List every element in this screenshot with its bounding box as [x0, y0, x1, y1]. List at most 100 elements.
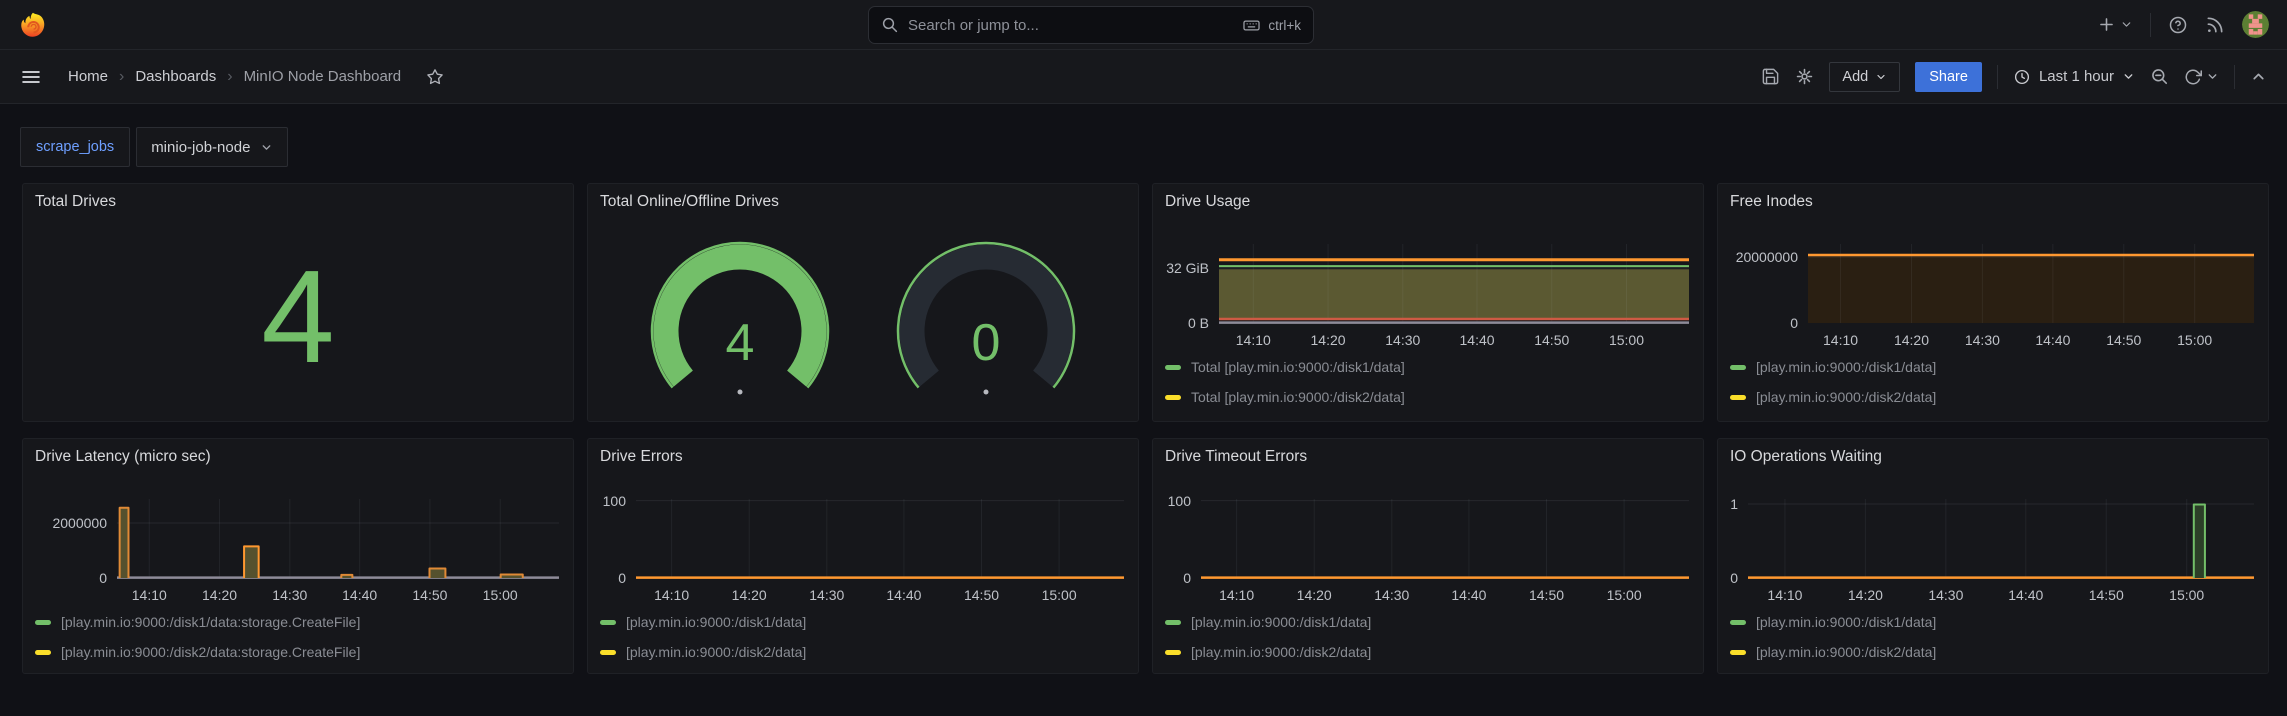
legend-item[interactable]: [play.min.io:9000:/disk2/data:storage.Cr…	[35, 641, 360, 663]
panel-title[interactable]: Total Online/Offline Drives	[600, 193, 779, 211]
favorite-star-button[interactable]	[426, 68, 444, 86]
legend: [play.min.io:9000:/disk1/data:storage.Cr…	[35, 611, 360, 671]
legend-series-marker	[1165, 395, 1181, 400]
x-axis-label: 14:30	[809, 587, 844, 603]
chart-body: 2000000014:1014:2014:3014:4014:5015:00[p…	[23, 439, 573, 673]
legend-item[interactable]: [play.min.io:9000:/disk2/data]	[600, 641, 806, 663]
legend-item[interactable]: [play.min.io:9000:/disk1/data]	[1730, 356, 1936, 378]
legend-series-marker	[1730, 620, 1746, 625]
legend-item[interactable]: [play.min.io:9000:/disk2/data]	[1165, 641, 1371, 663]
legend-series-marker	[1730, 395, 1746, 400]
y-axis-label: 100	[1153, 492, 1191, 510]
legend-item[interactable]: [play.min.io:9000:/disk2/data]	[1730, 386, 1936, 408]
y-axis-label: 0 B	[1153, 314, 1209, 332]
legend: Total [play.min.io:9000:/disk1/data] Tota…	[1165, 356, 1405, 416]
save-dashboard-button[interactable]	[1761, 67, 1780, 86]
chart-canvas	[1748, 499, 2254, 578]
x-axis-label: 14:30	[1928, 587, 1963, 603]
legend-series-label: [play.min.io:9000:/disk1/data:storage.Cr…	[61, 614, 360, 630]
chevron-down-icon	[2206, 70, 2219, 83]
top-nav-bar: ctrl+k	[0, 0, 2287, 50]
x-axis-label: 15:00	[483, 587, 518, 603]
chart-body: 1014:1014:2014:3014:4014:5015:00[play.mi…	[1718, 439, 2268, 673]
panel-total-drives: Total Drives 4	[22, 183, 574, 422]
collapse-toolbar-button[interactable]	[2250, 68, 2267, 85]
breadcrumb-home[interactable]: Home	[68, 68, 108, 85]
legend-item[interactable]: [play.min.io:9000:/disk1/data]	[600, 611, 806, 633]
x-axis-label: 14:30	[1965, 332, 2000, 348]
clock-icon	[2013, 68, 2031, 86]
x-axis-label: 14:50	[1534, 332, 1569, 348]
search-input[interactable]	[908, 17, 1233, 34]
x-axis-label: 14:20	[1311, 332, 1346, 348]
plot-area[interactable]: 14:1014:2014:3014:4014:5015:00	[1808, 244, 2254, 323]
legend-series-label: [play.min.io:9000:/disk1/data]	[1756, 359, 1936, 375]
legend: [play.min.io:9000:/disk1/data] [play.min.…	[1165, 611, 1371, 671]
plot-area[interactable]: 14:1014:2014:3014:4014:5015:00	[1748, 499, 2254, 578]
search-shortcut-hint: ctrl+k	[1242, 16, 1301, 35]
x-axis-label: 14:30	[272, 587, 307, 603]
legend-item[interactable]: [play.min.io:9000:/disk1/data:storage.Cr…	[35, 611, 360, 633]
x-axis-label: 14:50	[1529, 587, 1564, 603]
x-axis-label: 14:40	[1451, 587, 1486, 603]
zoom-out-time-button[interactable]	[2150, 67, 2169, 86]
x-axis-label: 14:10	[1823, 332, 1858, 348]
divider	[2234, 65, 2235, 89]
new-add-button[interactable]	[2097, 15, 2133, 34]
hamburger-icon	[20, 66, 42, 88]
mega-menu-toggle[interactable]	[20, 66, 42, 88]
news-button[interactable]	[2205, 15, 2225, 35]
chart-canvas	[1201, 499, 1689, 578]
x-axis-label: 14:30	[1374, 587, 1409, 603]
plot-area[interactable]: 14:1014:2014:3014:4014:5015:00	[1219, 244, 1689, 323]
variable-value-dropdown[interactable]: minio-job-node	[136, 127, 288, 167]
global-search: ctrl+k	[868, 6, 1314, 44]
keyboard-icon	[1242, 16, 1261, 35]
plot-area[interactable]: 14:1014:2014:3014:4014:5015:00	[117, 499, 559, 578]
legend-item[interactable]: [play.min.io:9000:/disk1/data]	[1730, 611, 1936, 633]
gauge-offline-drives: 0	[891, 236, 1081, 398]
divider	[2150, 13, 2151, 37]
legend-series-marker	[1165, 620, 1181, 625]
legend: [play.min.io:9000:/disk1/data] [play.min.…	[600, 611, 806, 671]
dashboard-settings-button[interactable]	[1795, 67, 1814, 86]
legend-item[interactable]: [play.min.io:9000:/disk2/data]	[1730, 641, 1936, 663]
x-axis-label: 14:40	[2035, 332, 2070, 348]
gauge-value: 4	[726, 314, 755, 372]
dashboard-variables: scrape_jobs minio-job-node	[20, 127, 288, 167]
y-axis-label: 2000000	[23, 514, 107, 532]
panel-title[interactable]: Total Drives	[35, 193, 116, 211]
gauge-canvas: 4	[645, 236, 835, 398]
panel-io-operations-waiting: IO Operations Waiting 1014:1014:2014:301…	[1717, 438, 2269, 674]
help-button[interactable]	[2168, 15, 2188, 35]
panel-drive-usage: Drive Usage 32 GiB0 B14:1014:2014:3014:4…	[1152, 183, 1704, 422]
x-axis-label: 14:10	[654, 587, 689, 603]
breadcrumb-current-dashboard: MinIO Node Dashboard	[244, 68, 402, 85]
star-icon	[426, 68, 444, 86]
legend-series-marker	[1165, 650, 1181, 655]
user-avatar[interactable]	[2242, 11, 2269, 38]
chevron-up-icon	[2250, 68, 2267, 85]
legend-item[interactable]: [play.min.io:9000:/disk1/data]	[1165, 611, 1371, 633]
x-axis-label: 14:30	[1385, 332, 1420, 348]
legend-item[interactable]: Total [play.min.io:9000:/disk1/data]	[1165, 356, 1405, 378]
share-button[interactable]: Share	[1915, 62, 1982, 92]
grafana-logo[interactable]	[18, 10, 48, 40]
plot-area[interactable]: 14:1014:2014:3014:4014:5015:00	[1201, 499, 1689, 578]
plot-area[interactable]: 14:1014:2014:3014:4014:5015:00	[636, 499, 1124, 578]
time-range-picker[interactable]: Last 1 hour	[2013, 68, 2135, 86]
breadcrumb-dashboards[interactable]: Dashboards	[135, 68, 216, 85]
add-panel-button[interactable]: Add	[1829, 62, 1900, 92]
panel-free-inodes: Free Inodes 20000000014:1014:2014:3014:4…	[1717, 183, 2269, 422]
top-nav-right	[2097, 11, 2269, 38]
x-axis-label: 14:20	[1848, 587, 1883, 603]
chevron-down-icon	[2122, 70, 2135, 83]
x-axis-label: 14:20	[1894, 332, 1929, 348]
legend-series-label: [play.min.io:9000:/disk1/data]	[626, 614, 806, 630]
x-axis-label: 14:20	[1297, 587, 1332, 603]
x-axis-label: 15:00	[1607, 587, 1642, 603]
legend-item[interactable]: Total [play.min.io:9000:/disk2/data]	[1165, 386, 1405, 408]
refresh-button[interactable]	[2184, 68, 2219, 86]
legend-series-label: [play.min.io:9000:/disk2/data]	[1191, 644, 1371, 660]
chart-canvas	[1219, 244, 1689, 323]
